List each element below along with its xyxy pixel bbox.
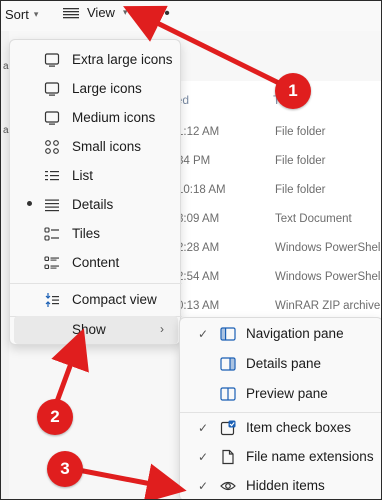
nav-char: a xyxy=(3,61,9,72)
menu-item-compact-view[interactable]: Compact view xyxy=(14,286,178,314)
checkmark-icon: ✓ xyxy=(198,327,209,341)
menu-item-small-icons[interactable]: Small icons xyxy=(14,133,178,161)
menu-item-label: Medium icons xyxy=(72,110,156,125)
submenu-item-details-pane[interactable]: Details pane xyxy=(184,350,381,378)
preview-pane-icon xyxy=(220,387,236,401)
submenu-item-navigation-pane[interactable]: ✓ Navigation pane xyxy=(184,320,381,348)
submenu-item-item-check-boxes[interactable]: ✓ Item check boxes xyxy=(184,414,381,442)
view-icon xyxy=(63,7,79,18)
submenu-item-label: Navigation pane xyxy=(246,326,344,341)
menu-item-label: Small icons xyxy=(72,139,142,154)
cell-type: Windows PowerShell xyxy=(275,242,382,254)
view-menu: Extra large icons Large icons Medium ico… xyxy=(9,39,182,345)
checkmark-icon: ✓ xyxy=(198,450,209,464)
menu-item-label: List xyxy=(72,168,94,183)
table-row[interactable]: 1:12 AM File folder xyxy=(177,119,381,145)
monitor-icon xyxy=(44,53,60,67)
cell-type: File folder xyxy=(275,126,326,138)
eye-icon xyxy=(220,481,236,491)
chevron-down-icon: ▾ xyxy=(33,9,39,19)
menu-item-label: Compact view xyxy=(72,292,157,307)
explorer-window: Sort ▾ View ▾ ••• a a ied T 1:12 AM File… xyxy=(0,0,382,500)
navigation-pane-icon xyxy=(220,327,236,341)
menu-item-list[interactable]: List xyxy=(14,162,178,190)
submenu-item-preview-pane[interactable]: Preview pane xyxy=(184,380,381,408)
nav-char: a xyxy=(3,125,9,136)
command-bar: Sort ▾ View ▾ ••• xyxy=(1,1,381,31)
cell-date: 34 PM xyxy=(177,155,211,167)
submenu-item-label: File name extensions xyxy=(246,449,374,464)
menu-item-label: Show xyxy=(72,322,106,337)
view-button[interactable]: View ▾ xyxy=(63,5,127,20)
cell-type: File folder xyxy=(275,155,326,167)
submenu-item-file-name-extensions[interactable]: ✓ File name extensions xyxy=(184,443,381,471)
small-icons-grid-icon xyxy=(45,140,59,154)
cell-type: WinRAR ZIP archive xyxy=(275,300,381,312)
details-pane-icon xyxy=(220,357,236,371)
cell-date: 3:09 AM xyxy=(177,213,220,225)
submenu-item-hidden-items[interactable]: ✓ Hidden items xyxy=(184,472,381,499)
details-icon xyxy=(45,199,59,212)
submenu-item-label: Hidden items xyxy=(246,478,325,493)
more-options-button[interactable]: ••• xyxy=(151,5,171,23)
menu-item-label: Tiles xyxy=(72,226,101,241)
menu-item-show[interactable]: Show › xyxy=(14,316,178,344)
monitor-icon xyxy=(44,111,60,125)
cell-type: Text Document xyxy=(275,213,352,225)
navigation-pane-edge: a a xyxy=(1,31,9,499)
submenu-item-label: Preview pane xyxy=(246,386,328,401)
annotation-badge-2: 2 xyxy=(37,399,73,435)
arrow-3 xyxy=(72,463,187,499)
checkmark-icon: ✓ xyxy=(198,479,209,493)
annotation-badge-3: 3 xyxy=(47,451,83,487)
content-icon xyxy=(44,256,59,270)
table-row[interactable]: 34 PM File folder xyxy=(177,148,381,174)
menu-item-label: Extra large icons xyxy=(72,52,173,67)
compact-view-icon xyxy=(45,293,59,307)
cell-date: 1:12 AM xyxy=(177,126,220,138)
menu-item-details[interactable]: Details xyxy=(14,191,178,219)
menu-item-extra-large-icons[interactable]: Extra large icons xyxy=(14,46,178,74)
selected-bullet-icon xyxy=(27,201,32,206)
annotation-badge-1: 1 xyxy=(275,73,311,109)
sort-label: Sort xyxy=(5,7,29,22)
menu-divider xyxy=(10,283,182,284)
menu-item-tiles[interactable]: Tiles xyxy=(14,220,178,248)
submenu-item-label: Item check boxes xyxy=(246,420,352,435)
menu-item-large-icons[interactable]: Large icons xyxy=(14,75,178,103)
menu-item-content[interactable]: Content xyxy=(14,249,178,277)
cell-date: 2:54 AM xyxy=(177,271,220,283)
table-row[interactable]: 3:09 AM Text Document xyxy=(177,206,381,232)
menu-item-label: Content xyxy=(72,255,120,270)
cell-date: 0:13 AM xyxy=(177,300,220,312)
cell-date: 2:28 AM xyxy=(177,242,220,254)
list-icon xyxy=(45,171,59,181)
view-label: View xyxy=(87,5,115,20)
submenu-item-label: Details pane xyxy=(246,356,322,371)
monitor-icon xyxy=(44,82,60,96)
sort-button[interactable]: Sort ▾ xyxy=(5,7,38,22)
checkbox-icon xyxy=(220,420,236,436)
tiles-icon xyxy=(44,227,59,241)
chevron-down-icon: ▾ xyxy=(122,7,128,17)
menu-item-label: Details xyxy=(72,197,114,212)
cell-type: File folder xyxy=(275,184,326,196)
cell-type: Windows PowerShell xyxy=(275,271,382,283)
table-row[interactable]: 2:54 AM Windows PowerShell xyxy=(177,264,382,290)
table-row[interactable]: 0:13 AM WinRAR ZIP archive xyxy=(177,293,381,319)
cell-date: 10:18 AM xyxy=(177,184,226,196)
chevron-right-icon: › xyxy=(160,322,164,336)
menu-divider xyxy=(180,412,381,413)
table-row[interactable]: 10:18 AM File folder xyxy=(177,177,381,203)
show-submenu: ✓ Navigation pane Details pane Preview p… xyxy=(179,317,381,499)
table-row[interactable]: 2:28 AM Windows PowerShell xyxy=(177,235,382,261)
menu-item-label: Large icons xyxy=(72,81,142,96)
file-icon xyxy=(222,449,234,465)
arrow-2 xyxy=(51,328,89,408)
checkmark-icon: ✓ xyxy=(198,421,209,435)
menu-item-medium-icons[interactable]: Medium icons xyxy=(14,104,178,132)
